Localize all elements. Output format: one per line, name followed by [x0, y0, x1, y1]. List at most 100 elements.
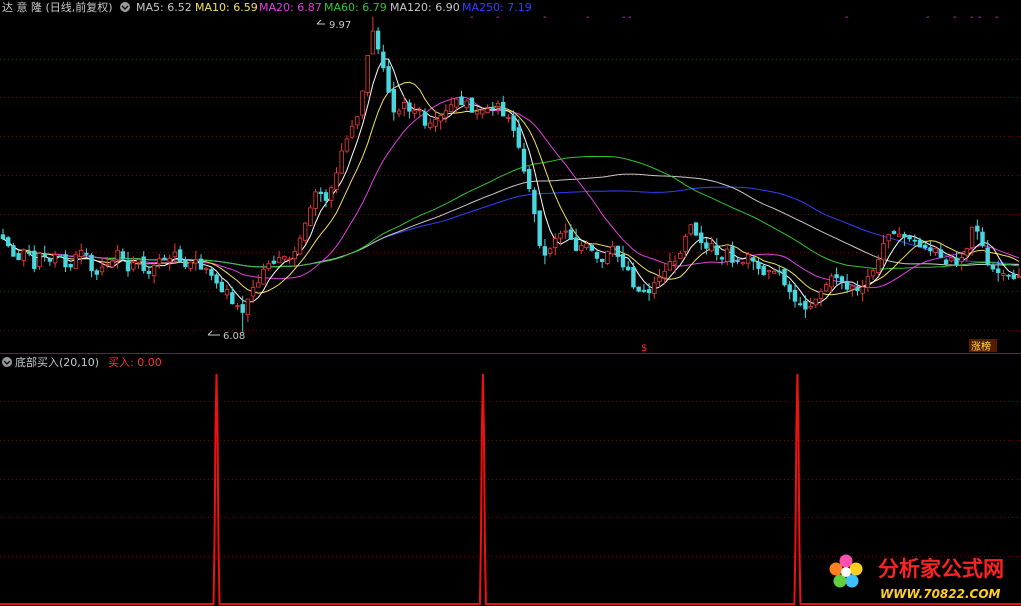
candle-body	[949, 257, 954, 262]
ma20-line	[2, 96, 1020, 289]
candle	[594, 249, 600, 263]
candle-body	[63, 254, 68, 268]
candle-body	[89, 254, 94, 272]
candle	[209, 267, 214, 281]
candle-body	[813, 298, 818, 306]
top-markers: ------------	[470, 12, 999, 23]
candle	[907, 234, 912, 242]
candle-body	[897, 233, 902, 237]
candle-body	[433, 119, 438, 127]
candle-body	[282, 256, 287, 260]
candle-body	[876, 259, 881, 274]
candle-body	[141, 256, 146, 271]
candle-body	[193, 259, 198, 264]
candle-body	[553, 238, 558, 248]
candle-body	[631, 266, 636, 288]
candle	[855, 280, 860, 296]
candle	[693, 221, 699, 237]
top-marker: -	[970, 12, 974, 23]
candle	[938, 244, 943, 259]
candle	[714, 238, 719, 261]
candle	[652, 276, 657, 299]
candle	[396, 108, 402, 118]
indicator-title: 底部买入(20,10)	[15, 355, 99, 369]
candle-body	[375, 30, 381, 50]
candle-body	[725, 248, 730, 262]
candle	[928, 241, 933, 256]
candle-body	[214, 274, 219, 284]
candle-body	[870, 270, 876, 277]
candle-body	[834, 274, 839, 279]
candle-body	[771, 270, 777, 274]
candle-body	[0, 234, 6, 240]
candle	[110, 259, 115, 268]
candle-body	[157, 258, 162, 265]
candle	[860, 279, 865, 302]
candle-body	[704, 242, 709, 249]
candle-body	[824, 284, 829, 292]
candle-body	[573, 237, 579, 251]
low-price-label: 6.08	[223, 331, 245, 342]
sub-collapse-icon[interactable]	[2, 357, 12, 367]
candle	[600, 258, 605, 268]
candle	[865, 269, 871, 292]
candle-body	[334, 172, 339, 190]
candle	[615, 245, 620, 263]
candle	[203, 266, 209, 274]
candle-body	[839, 276, 845, 282]
candle	[959, 253, 964, 271]
candle	[641, 284, 647, 294]
candle-body	[683, 236, 688, 252]
candle-body	[490, 108, 495, 110]
candle	[412, 103, 417, 119]
candle	[172, 243, 178, 261]
candle	[745, 252, 751, 269]
ma250-line	[2, 186, 1020, 268]
candle-body	[136, 259, 141, 263]
top-marker: -	[845, 12, 849, 23]
candle-body	[714, 245, 719, 255]
candle-body	[110, 260, 115, 268]
candle	[735, 257, 740, 265]
candle	[198, 254, 204, 270]
candle-body	[474, 111, 480, 115]
candle	[719, 255, 725, 265]
candle-body	[985, 247, 990, 265]
candle-body	[302, 222, 308, 241]
candle-body	[532, 189, 537, 215]
candle-body	[615, 245, 620, 257]
high-price-label: 9.97	[329, 20, 351, 31]
candle-body	[719, 257, 725, 260]
candle-body	[167, 257, 172, 263]
candle-body	[250, 287, 256, 297]
candle-body	[605, 250, 610, 264]
candle	[553, 233, 558, 256]
candle-body	[256, 282, 261, 288]
candle-body	[297, 237, 303, 255]
stock-title: 达 意 隆 (日线,前复权)	[2, 0, 113, 14]
ma120-line	[2, 173, 1020, 268]
candle-body	[355, 116, 360, 126]
candle-body	[537, 210, 542, 246]
watermark: 分析家公式网 WWW.70822.COM	[829, 554, 1004, 601]
candle-body	[11, 245, 16, 257]
candle-body	[844, 280, 850, 290]
candle-body	[662, 270, 667, 279]
candle	[699, 225, 704, 250]
candle	[516, 119, 521, 150]
candle-body	[542, 246, 548, 256]
candle-body	[636, 286, 641, 292]
collapse-icon[interactable]	[120, 2, 130, 12]
candle-body	[313, 191, 318, 209]
candle-body	[860, 286, 865, 294]
candle-body	[480, 109, 485, 115]
candle	[443, 104, 449, 123]
candle	[271, 255, 277, 265]
candle	[302, 221, 308, 244]
candle-body	[527, 168, 532, 190]
candle	[224, 285, 230, 300]
candle-body	[652, 282, 657, 295]
candle-body	[261, 268, 266, 285]
signal-path	[0, 373, 1021, 605]
candle	[527, 166, 532, 193]
